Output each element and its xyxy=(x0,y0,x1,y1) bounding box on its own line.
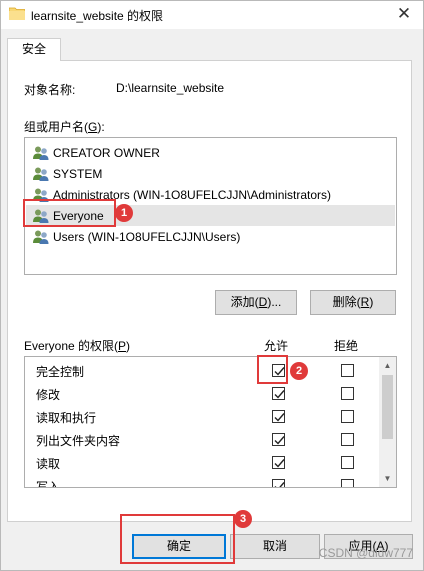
list-item[interactable]: CREATOR OWNER xyxy=(26,142,395,163)
deny-checkbox[interactable] xyxy=(341,410,354,423)
permissions-grid: 完全控制 修改 读取和执行 列出文件夹内容 读取 写入 ▲ ▼ xyxy=(24,356,397,488)
deny-checkbox[interactable] xyxy=(341,479,354,487)
users-icon xyxy=(33,230,49,244)
ok-button[interactable]: 确定 xyxy=(132,534,226,559)
check-icon xyxy=(274,436,285,445)
permission-name: 写入 xyxy=(36,480,61,488)
list-item-label: Users (WIN-1O8UFELCJJN\Users) xyxy=(53,229,241,244)
tab-security[interactable]: 安全 xyxy=(7,38,61,61)
check-icon xyxy=(274,482,285,487)
deny-checkbox[interactable] xyxy=(341,364,354,377)
allow-checkbox[interactable] xyxy=(272,456,285,469)
allow-header: 允许 xyxy=(264,339,289,353)
allow-checkbox[interactable] xyxy=(272,410,285,423)
deny-header: 拒绝 xyxy=(334,339,359,353)
permission-row: 完全控制 xyxy=(25,359,381,382)
list-item-label: Administrators (WIN-1O8UFELCJJN\Administ… xyxy=(53,187,332,202)
permission-row: 修改 xyxy=(25,382,381,405)
scroll-thumb[interactable] xyxy=(382,375,393,439)
group-user-label: 组或用户名(G): xyxy=(24,120,105,134)
scroll-down-icon[interactable]: ▼ xyxy=(379,470,396,487)
list-item-selected[interactable]: Everyone xyxy=(26,205,395,226)
window-title: learnsite_website 的权限 xyxy=(31,9,164,23)
allow-checkbox[interactable] xyxy=(272,364,285,377)
list-item[interactable]: SYSTEM xyxy=(26,163,395,184)
list-item-label: CREATOR OWNER xyxy=(53,145,160,160)
permission-name: 修改 xyxy=(36,388,61,402)
allow-checkbox[interactable] xyxy=(272,433,285,446)
users-icon xyxy=(33,167,49,181)
object-name-value: D:\learnsite_website xyxy=(116,81,225,95)
permission-row: 列出文件夹内容 xyxy=(25,428,381,451)
check-icon xyxy=(274,367,285,376)
group-user-list[interactable]: CREATOR OWNER SYSTEM Administrators (WIN… xyxy=(24,137,397,275)
vertical-scrollbar[interactable]: ▲ ▼ xyxy=(379,357,396,487)
list-item-label: SYSTEM xyxy=(53,166,103,181)
check-icon xyxy=(274,413,285,422)
object-name-label: 对象名称: xyxy=(24,83,76,97)
cancel-button[interactable]: 取消 xyxy=(230,534,320,559)
add-button[interactable]: 添加(D)... xyxy=(215,290,297,315)
permission-row: 读取和执行 xyxy=(25,405,381,428)
allow-checkbox[interactable] xyxy=(272,479,285,487)
users-icon xyxy=(33,209,49,223)
close-button[interactable]: ✕ xyxy=(391,2,417,26)
allow-checkbox[interactable] xyxy=(272,387,285,400)
permission-name: 读取 xyxy=(36,457,61,471)
remove-button[interactable]: 删除(R) xyxy=(310,290,396,315)
title-bar: learnsite_website 的权限 ✕ xyxy=(1,1,423,29)
permission-row: 写入 xyxy=(25,474,381,488)
check-icon xyxy=(274,459,285,468)
check-icon xyxy=(274,390,285,399)
deny-checkbox[interactable] xyxy=(341,387,354,400)
users-icon xyxy=(33,146,49,160)
permission-name: 读取和执行 xyxy=(36,411,97,425)
users-icon xyxy=(33,188,49,202)
list-item[interactable]: Users (WIN-1O8UFELCJJN\Users) xyxy=(26,226,395,247)
permission-name: 完全控制 xyxy=(36,365,85,379)
list-item[interactable]: Administrators (WIN-1O8UFELCJJN\Administ… xyxy=(26,184,395,205)
permissions-dialog: learnsite_website 的权限 ✕ 安全 对象名称: D:\lear… xyxy=(0,0,424,571)
permissions-label: Everyone 的权限(P) xyxy=(24,339,131,353)
folder-icon xyxy=(9,7,25,20)
security-tab-panel: 对象名称: D:\learnsite_website 组或用户名(G): CRE… xyxy=(7,60,412,522)
scroll-up-icon[interactable]: ▲ xyxy=(379,357,396,374)
permission-name: 列出文件夹内容 xyxy=(36,434,121,448)
watermark: CSDN @dldw777 xyxy=(318,546,413,560)
list-item-label: Everyone xyxy=(53,208,104,223)
deny-checkbox[interactable] xyxy=(341,456,354,469)
permission-row: 读取 xyxy=(25,451,381,474)
deny-checkbox[interactable] xyxy=(341,433,354,446)
